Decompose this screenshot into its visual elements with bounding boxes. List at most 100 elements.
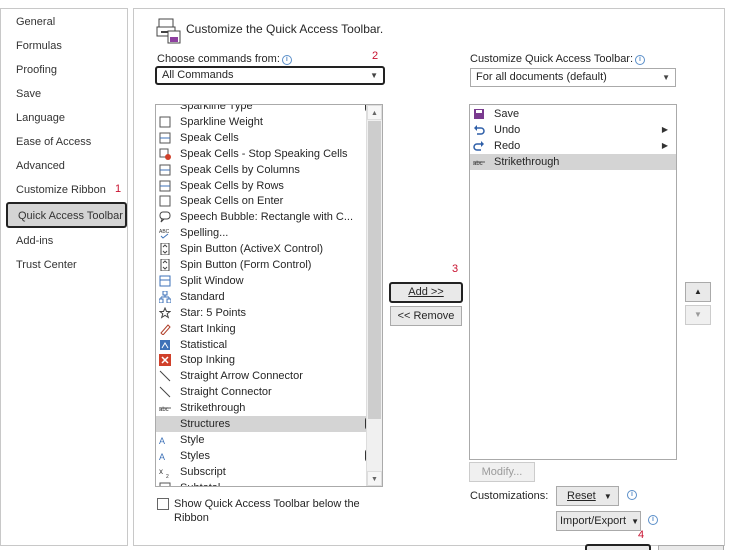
subscript-icon: x2	[159, 467, 169, 478]
star-icon	[159, 306, 171, 319]
list-item-label: Strikethrough	[180, 402, 246, 415]
show-below-ribbon-checkbox[interactable]	[157, 498, 169, 510]
list-item[interactable]: Speak Cells by Columns	[156, 162, 382, 178]
list-item-label: Sparkline Weight	[180, 115, 263, 128]
list-item-label: Spin Button (Form Control)	[180, 259, 312, 271]
list-item[interactable]: x 2 Subscript	[156, 464, 382, 480]
list-item[interactable]: Speak Cells on Enter	[156, 193, 382, 209]
list-item[interactable]: Undo ▶	[470, 122, 676, 138]
list-item[interactable]: Speak Cells - Stop Speaking Cells	[156, 146, 382, 162]
list-item-label: Statistical	[180, 338, 228, 351]
toolbar-items-list[interactable]: Save Undo ▶ Redo ▶ abc Strikethrough	[469, 104, 677, 460]
list-item[interactable]: Speech Bubble: Rectangle with C...	[156, 209, 382, 225]
list-item-label: Sparkline Type	[180, 104, 253, 112]
list-item[interactable]: Statistical▶	[156, 337, 382, 353]
list-item[interactable]: Subtotal	[156, 480, 382, 486]
reset-info-icon: i	[627, 490, 637, 500]
move-up-button[interactable]: ▲	[685, 282, 711, 302]
choose-commands-dropdown[interactable]: All Commands ▼	[155, 66, 385, 85]
list-item[interactable]: AStyles⌄	[156, 448, 382, 464]
list-item[interactable]: AStyle▶	[156, 432, 382, 448]
list-item[interactable]: Star: 5 Points	[156, 305, 382, 321]
list-item[interactable]: Stop Inking	[156, 352, 382, 368]
style-icon: A	[159, 436, 165, 446]
reset-button[interactable]: Reset ▼	[556, 486, 619, 506]
list-item[interactable]: Start Inking	[156, 321, 382, 337]
commands-scrollbar[interactable]: ▲ ▼	[366, 105, 382, 486]
strikethrough-icon: abc	[159, 407, 171, 413]
list-item[interactable]: Structures⌄	[156, 416, 382, 432]
nav-item-customize-ribbon[interactable]: Customize Ribbon	[16, 181, 106, 199]
nav-item-add-ins[interactable]: Add-ins	[16, 232, 53, 250]
marker-1: 1	[115, 183, 122, 195]
redo-icon	[473, 140, 484, 151]
list-item[interactable]: abc Strikethrough	[470, 153, 676, 170]
list-item[interactable]: Spin Button (ActiveX Control)	[156, 241, 382, 257]
list-item-label: Redo	[494, 139, 521, 152]
list-item[interactable]: Straight Arrow Connector	[156, 368, 382, 384]
customize-qat-value: For all documents (default)	[476, 71, 607, 83]
move-down-button[interactable]: ▼	[685, 305, 711, 325]
strikethrough-icon: abc	[473, 161, 485, 167]
chevron-down-icon: ▼	[662, 73, 670, 82]
chevron-down-icon: ▼	[370, 71, 378, 80]
nav-item-language[interactable]: Language	[16, 109, 65, 127]
list-item[interactable]: Straight Connector	[156, 384, 382, 400]
list-item[interactable]: Speak Cells by Rows	[156, 178, 382, 194]
list-item[interactable]: Spin Button (Form Control)	[156, 257, 382, 273]
list-item-label: Style	[180, 433, 205, 446]
quick-access-toolbar-icon	[156, 18, 181, 44]
list-item[interactable]: Standard	[156, 289, 382, 305]
list-item[interactable]: Redo ▶	[470, 138, 676, 154]
stop-inking-icon	[159, 354, 171, 367]
inking-icon	[160, 323, 171, 335]
commands-list[interactable]: Sparkline Type⌄Sparkline Weight▶Speak Ce…	[155, 104, 383, 487]
import-export-button[interactable]: Import/Export ▼	[556, 511, 641, 531]
chevron-down-icon: ▼	[631, 517, 640, 526]
list-item-label: Save	[494, 108, 520, 120]
show-below-ribbon-label-2: Ribbon	[174, 512, 209, 524]
list-item-label: Speech Bubble: Rectangle with C...	[180, 211, 354, 224]
list-item[interactable]: Sparkline Weight▶	[156, 114, 382, 130]
line-weight-icon	[159, 116, 171, 128]
nav-item-save[interactable]: Save	[16, 85, 41, 103]
svg-text:A: A	[159, 452, 165, 462]
scroll-down-icon[interactable]: ▼	[367, 471, 382, 486]
list-item-label: Speak Cells on Enter	[180, 195, 284, 208]
nav-item-general[interactable]: General	[16, 13, 55, 31]
import-export-info-icon: i	[648, 515, 658, 525]
add-button[interactable]: Add >>	[389, 282, 463, 303]
nav-item-advanced[interactable]: Advanced	[16, 157, 65, 175]
svg-text:2: 2	[166, 474, 169, 478]
nav-item-quick-access-toolbar[interactable]: Quick Access Toolbar	[6, 202, 127, 228]
modify-button[interactable]: Modify...	[469, 462, 535, 482]
chevron-right-icon: ▶	[661, 124, 668, 134]
list-item-label: Spin Button (ActiveX Control)	[180, 243, 324, 256]
info-icon: i	[635, 55, 646, 65]
scroll-up-icon[interactable]: ▲	[367, 105, 382, 120]
list-item[interactable]: abc Strikethrough	[156, 400, 382, 416]
list-item-label: Speak Cells by Columns	[180, 163, 300, 176]
list-item[interactable]: Speak Cells	[156, 130, 382, 146]
list-item[interactable]: Sparkline Type⌄	[156, 104, 382, 114]
nav-item-ease-of-access[interactable]: Ease of Access	[16, 133, 91, 151]
page-title: Customize the Quick Access Toolbar.	[186, 22, 384, 36]
scroll-thumb[interactable]	[368, 121, 381, 419]
cancel-button[interactable]	[658, 545, 724, 550]
list-item[interactable]: Split Window	[156, 273, 382, 289]
list-item-label: Straight Arrow Connector	[180, 370, 303, 383]
nav-item-formulas[interactable]: Formulas	[16, 37, 62, 55]
ok-button[interactable]	[585, 544, 651, 550]
chevron-down-icon: ▼	[603, 492, 612, 501]
customize-qat-dropdown[interactable]: For all documents (default) ▼	[470, 68, 676, 87]
nav-item-proofing[interactable]: Proofing	[16, 61, 57, 79]
list-item[interactable]: Save	[470, 106, 676, 122]
nav-item-trust-center[interactable]: Trust Center	[16, 256, 77, 274]
customize-qat-label: Customize Quick Access Toolbar: i	[470, 53, 646, 65]
list-item[interactable]: ABC Spelling...	[156, 225, 382, 241]
remove-button[interactable]: << Remove	[390, 306, 462, 326]
arrow-connector-icon	[159, 370, 171, 382]
speak-rows-icon	[159, 180, 171, 191]
spin-button-icon	[160, 243, 170, 256]
sparkline-type-icon	[159, 104, 171, 112]
